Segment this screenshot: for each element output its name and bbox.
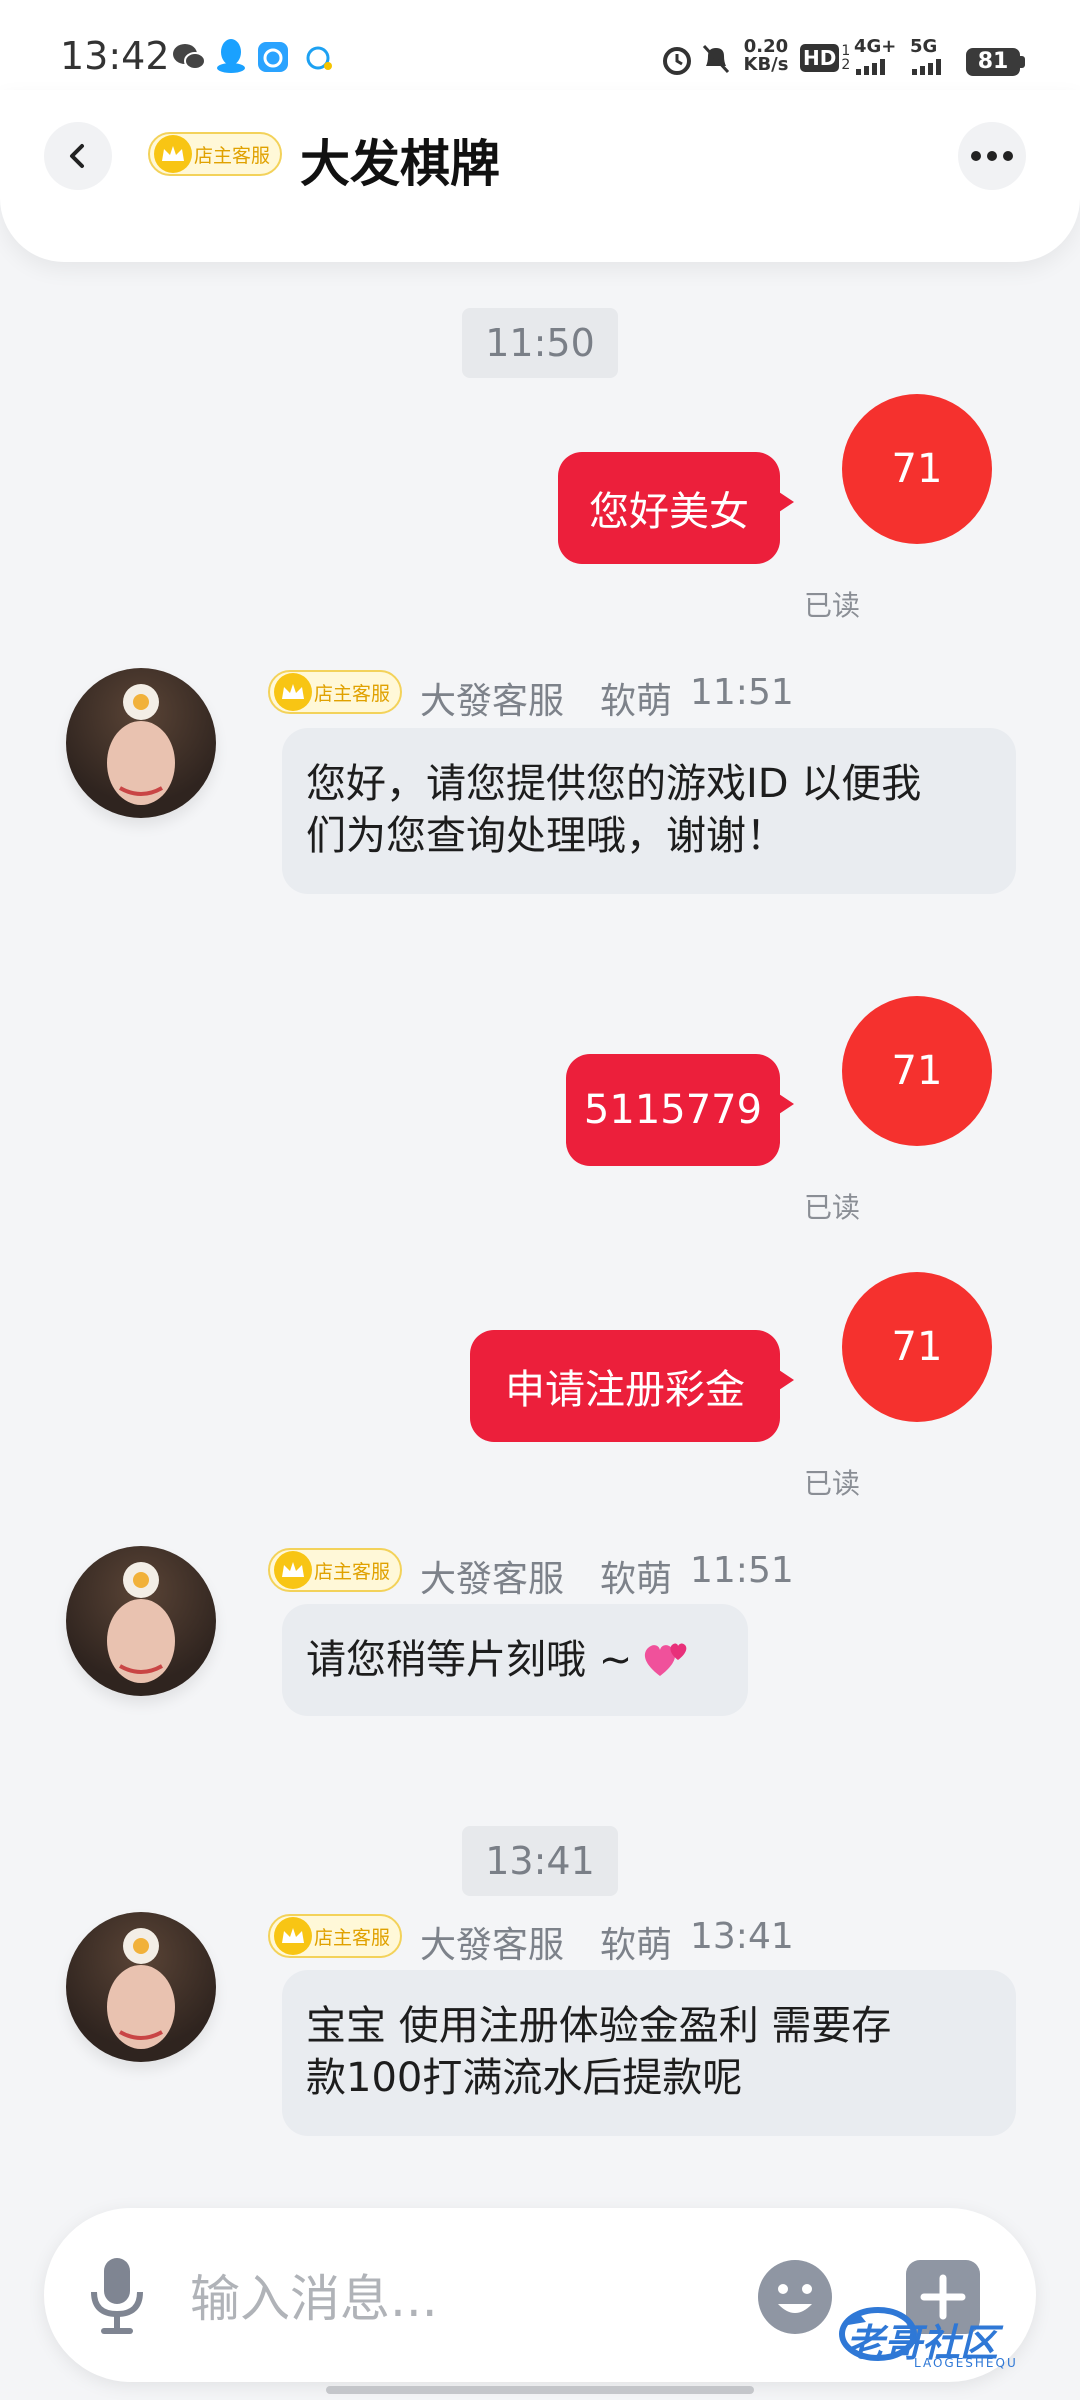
read-receipt: 已读 xyxy=(804,1191,861,1224)
agent-message-bubble[interactable]: 您好，请您提供您的游戏ID 以便我 们为您查询处理哦，谢谢！ xyxy=(282,728,1016,894)
home-indicator[interactable] xyxy=(326,2386,754,2394)
emoji-button-icon[interactable] xyxy=(756,2258,834,2336)
agent-avatar[interactable] xyxy=(66,1912,216,2062)
more-icon xyxy=(971,151,1013,161)
microphone-icon[interactable] xyxy=(84,2254,150,2336)
agent-name: 大發客服 xyxy=(420,1559,565,1600)
agent-nickname: 软萌 xyxy=(600,1925,673,1966)
mute-icon xyxy=(702,44,730,74)
message-timestamp: 11:50 xyxy=(462,308,618,378)
shop-staff-badge: 店主客服 xyxy=(268,1914,403,1958)
crown-icon xyxy=(274,1551,312,1589)
crown-icon xyxy=(274,1917,312,1955)
more-options-button[interactable] xyxy=(958,122,1026,190)
hd-indicator: HD 1 2 xyxy=(800,44,850,72)
battery-tip xyxy=(1020,56,1025,68)
agent-avatar[interactable] xyxy=(66,1546,216,1696)
agent-name: 大發客服 xyxy=(420,681,565,722)
alarm-icon xyxy=(663,47,691,75)
crown-icon xyxy=(154,135,192,173)
crown-icon xyxy=(274,673,312,711)
agent-message-bubble[interactable]: 宝宝 使用注册体验金盈利 需要存 款100打满流水后提款呢 xyxy=(282,1970,1016,2136)
qq-icon xyxy=(217,39,245,73)
my-message-bubble[interactable]: 5115779 xyxy=(566,1054,794,1166)
signal-4g: 4G+ xyxy=(854,36,896,81)
watermark-subtext: LAOGESHEQU xyxy=(914,2356,1018,2370)
status-time: 13:42 xyxy=(60,34,170,78)
message-time: 11:51 xyxy=(690,672,794,713)
shop-staff-badge: 店主客服 xyxy=(148,132,283,176)
net-speed: 0.20 KB/s xyxy=(743,36,789,75)
read-receipt: 已读 xyxy=(804,589,861,622)
chevron-left-icon xyxy=(70,144,84,168)
my-avatar[interactable]: 71 xyxy=(842,394,992,544)
agent-name: 大發客服 xyxy=(420,1925,565,1966)
message-time: 11:51 xyxy=(690,1550,794,1591)
signal-bars-icon xyxy=(912,59,941,75)
my-message-bubble[interactable]: 您好美女 xyxy=(558,452,794,564)
signal-bars-icon xyxy=(856,59,885,75)
signal-5g: 5G xyxy=(910,36,956,81)
message-time: 13:41 xyxy=(690,1916,794,1957)
agent-nickname: 软萌 xyxy=(600,681,673,722)
chat-title: 大发棋牌 xyxy=(300,135,500,193)
my-avatar[interactable]: 71 xyxy=(842,996,992,1146)
chat-bubble-icon xyxy=(306,46,332,70)
tim-icon xyxy=(258,42,288,72)
read-receipt: 已读 xyxy=(804,1467,861,1500)
my-message-bubble[interactable]: 申请注册彩金 xyxy=(470,1330,794,1442)
shop-staff-badge: 店主客服 xyxy=(268,1548,403,1592)
message-timestamp: 13:41 xyxy=(462,1826,618,1896)
two-hearts-icon xyxy=(645,1643,687,1676)
my-avatar[interactable]: 71 xyxy=(842,1272,992,1422)
chat-header xyxy=(0,90,1080,262)
back-button[interactable] xyxy=(44,122,112,190)
shop-staff-badge: 店主客服 xyxy=(268,670,403,714)
agent-avatar[interactable] xyxy=(66,668,216,818)
message-input[interactable] xyxy=(190,2264,750,2334)
agent-nickname: 软萌 xyxy=(600,1559,673,1600)
agent-message-bubble[interactable]: 请您稍等片刻哦 ~ xyxy=(282,1604,748,1716)
wechat-icon xyxy=(173,44,206,70)
battery-icon: 81 xyxy=(966,48,1020,76)
